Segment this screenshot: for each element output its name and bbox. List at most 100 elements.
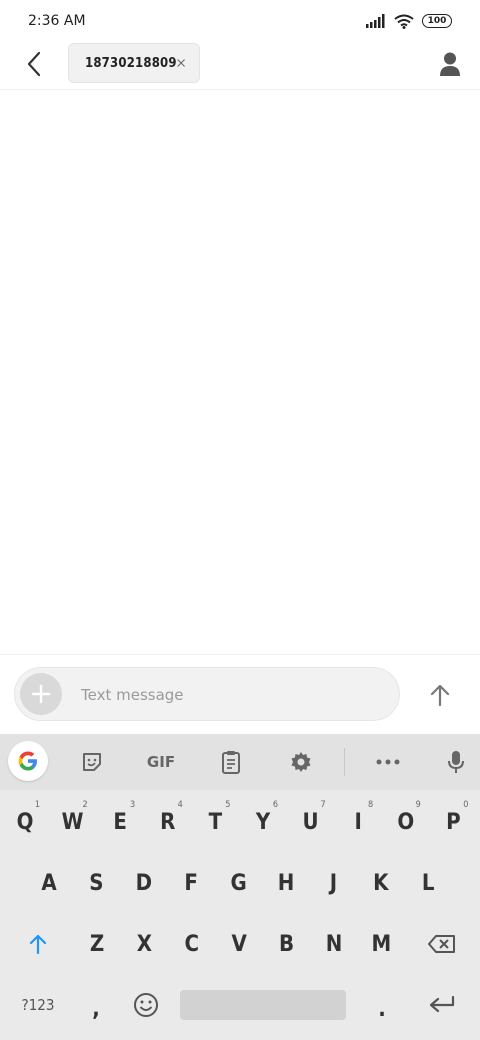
key-p[interactable]: 0P <box>430 798 476 846</box>
key-label: B <box>279 931 295 957</box>
plus-icon <box>31 684 51 704</box>
clipboard-button[interactable] <box>211 742 251 782</box>
key-label: J <box>329 870 338 896</box>
period-key-label: . <box>378 996 386 1022</box>
key-s[interactable]: S <box>73 859 119 907</box>
key-f[interactable]: F <box>168 859 214 907</box>
settings-button[interactable] <box>281 742 321 782</box>
key-hint: 1 <box>34 800 40 810</box>
key-q[interactable]: 1Q <box>2 798 48 846</box>
key-u[interactable]: 7U <box>288 798 334 846</box>
more-icon <box>376 759 400 765</box>
key-label: A <box>41 870 57 896</box>
key-n[interactable]: N <box>311 920 357 968</box>
key-hint: 6 <box>272 800 278 810</box>
key-v[interactable]: V <box>216 920 262 968</box>
backspace-icon <box>428 935 455 953</box>
close-icon[interactable] <box>177 57 185 69</box>
key-a[interactable]: A <box>26 859 72 907</box>
battery-icon: 100 <box>422 14 452 28</box>
key-label: E <box>113 809 127 835</box>
key-label: P <box>446 809 461 835</box>
more-button[interactable] <box>368 742 408 782</box>
key-e[interactable]: 3E <box>97 798 143 846</box>
backspace-key[interactable] <box>418 920 466 968</box>
key-w[interactable]: 2W <box>50 798 96 846</box>
key-label: S <box>89 870 104 896</box>
key-o[interactable]: 9O <box>383 798 429 846</box>
key-label: T <box>208 809 223 835</box>
status-time: 2:36 AM <box>28 13 86 29</box>
key-label: N <box>325 931 343 957</box>
key-label: W <box>61 809 84 835</box>
key-label: M <box>371 931 392 957</box>
key-g[interactable]: G <box>216 859 262 907</box>
symbols-key-label: ?123 <box>21 996 55 1014</box>
key-b[interactable]: B <box>264 920 310 968</box>
key-label: H <box>277 870 295 896</box>
emoji-key[interactable] <box>124 982 168 1028</box>
key-label: K <box>373 870 389 896</box>
key-y[interactable]: 6Y <box>240 798 286 846</box>
period-key[interactable]: . <box>360 986 404 1032</box>
status-icons: 100 <box>366 14 452 29</box>
wifi-icon <box>394 14 414 29</box>
person-icon <box>440 52 460 76</box>
key-hint: 2 <box>82 800 88 810</box>
key-i[interactable]: 8I <box>335 798 381 846</box>
attach-button[interactable] <box>20 673 62 715</box>
gif-button[interactable]: GIF <box>141 742 181 782</box>
recipient-number: 18730218809 <box>85 55 177 71</box>
sticker-button[interactable] <box>72 742 112 782</box>
key-d[interactable]: D <box>121 859 167 907</box>
key-c[interactable]: C <box>169 920 215 968</box>
google-icon <box>18 751 37 771</box>
key-label: U <box>302 809 319 835</box>
signal-icon <box>366 14 385 28</box>
back-arrow-icon <box>27 51 41 77</box>
comma-key[interactable]: , <box>74 986 118 1032</box>
key-z[interactable]: Z <box>74 920 120 968</box>
key-label: Z <box>89 931 105 957</box>
key-hint: 8 <box>368 800 374 810</box>
key-label: O <box>397 809 415 835</box>
key-hint: 7 <box>320 800 326 810</box>
symbols-key[interactable]: ?123 <box>14 982 62 1028</box>
gear-icon <box>291 752 311 772</box>
recipient-chip[interactable]: 18730218809 <box>68 43 200 83</box>
key-r[interactable]: 4R <box>145 798 191 846</box>
key-j[interactable]: J <box>310 859 356 907</box>
shift-key[interactable] <box>16 920 60 968</box>
key-t[interactable]: 5T <box>192 798 238 846</box>
compose-field <box>14 667 400 721</box>
key-label: Y <box>255 809 271 835</box>
shift-arrow-icon <box>29 934 47 954</box>
key-label: C <box>184 931 200 957</box>
google-search-button[interactable] <box>8 741 48 781</box>
key-l[interactable]: L <box>405 859 451 907</box>
compose-bar <box>0 654 480 734</box>
key-label: R <box>160 809 176 835</box>
message-list <box>0 90 480 654</box>
message-input[interactable] <box>79 682 383 708</box>
back-button[interactable] <box>18 48 50 80</box>
space-key[interactable] <box>180 990 346 1020</box>
key-k[interactable]: K <box>358 859 404 907</box>
comma-key-label: , <box>92 996 100 1022</box>
key-label: Q <box>16 809 34 835</box>
sticker-icon <box>83 753 101 771</box>
keyboard-toolbar: GIF <box>0 734 480 790</box>
enter-key[interactable] <box>418 982 466 1028</box>
key-label: X <box>136 931 153 957</box>
key-label: L <box>421 870 435 896</box>
conversation-header: 18730218809 <box>0 42 480 90</box>
contact-button[interactable] <box>434 48 466 80</box>
key-x[interactable]: X <box>121 920 167 968</box>
key-m[interactable]: M <box>358 920 404 968</box>
key-hint: 4 <box>177 800 183 810</box>
clipboard-icon <box>222 751 240 774</box>
voice-input-button[interactable] <box>436 742 476 782</box>
key-h[interactable]: H <box>263 859 309 907</box>
send-button[interactable] <box>420 675 460 715</box>
key-hint: 5 <box>225 800 231 810</box>
